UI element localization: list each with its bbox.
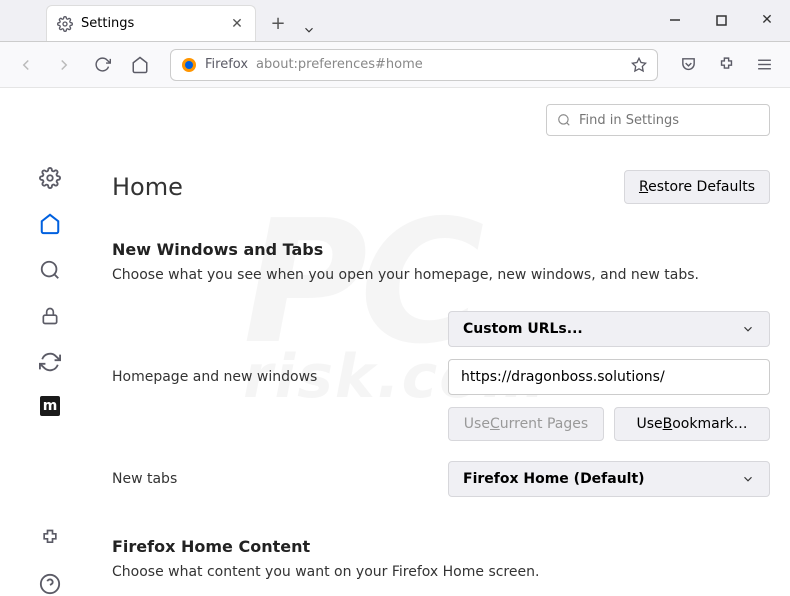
window-titlebar: Settings ✕ + ✕ [0,0,790,42]
browser-tab[interactable]: Settings ✕ [46,5,256,41]
settings-search-input[interactable] [579,113,759,128]
search-icon [557,113,571,127]
tab-title: Settings [81,16,221,31]
restore-defaults-button[interactable]: Restore Defaults [624,170,770,204]
identity-label: Firefox [205,57,248,72]
newtabs-value: Firefox Home (Default) [463,471,645,487]
chevron-down-icon [741,472,755,486]
sidebar-search-icon[interactable] [38,258,62,282]
navigation-toolbar: Firefox about:preferences#home [0,42,790,88]
tabs-dropdown-icon[interactable] [292,23,326,37]
url-text: about:preferences#home [256,57,423,72]
sidebar-home-icon[interactable] [38,212,62,236]
homepage-label: Homepage and new windows [112,369,432,385]
reload-button[interactable] [86,49,118,81]
use-bookmark-button[interactable]: Use Bookmark… [614,407,770,441]
sidebar-general-icon[interactable] [38,166,62,190]
homepage-mode-select[interactable]: Custom URLs... [448,311,770,347]
sidebar-sync-icon[interactable] [38,350,62,374]
section-desc-windows: Choose what you see when you open your h… [112,267,770,283]
page-title: Home [112,173,183,201]
sidebar-help-icon[interactable] [38,572,62,596]
settings-search[interactable] [546,104,770,136]
close-window-button[interactable]: ✕ [744,0,790,41]
maximize-button[interactable] [698,0,744,41]
newtabs-label: New tabs [112,471,432,487]
pocket-button[interactable] [672,49,704,81]
newtabs-select[interactable]: Firefox Home (Default) [448,461,770,497]
section-heading-content: Firefox Home Content [112,537,770,556]
extensions-button[interactable] [710,49,742,81]
minimize-button[interactable] [652,0,698,41]
bookmark-star-icon[interactable] [631,57,647,73]
home-button[interactable] [124,49,156,81]
new-tab-button[interactable]: + [264,9,292,37]
settings-main: Home Restore Defaults New Windows and Ta… [100,88,790,596]
firefox-icon [181,57,197,73]
back-button[interactable] [10,49,42,81]
section-desc-content: Choose what content you want on your Fir… [112,564,770,580]
sidebar-privacy-icon[interactable] [38,304,62,328]
section-heading-windows: New Windows and Tabs [112,240,770,259]
homepage-url-input[interactable] [448,359,770,395]
close-tab-icon[interactable]: ✕ [229,16,245,32]
forward-button[interactable] [48,49,80,81]
sidebar-extensions-icon[interactable] [38,526,62,550]
chevron-down-icon [741,322,755,336]
menu-button[interactable] [748,49,780,81]
gear-icon [57,16,73,32]
homepage-mode-value: Custom URLs... [463,321,583,337]
sidebar-more-icon[interactable]: m [40,396,60,416]
use-current-pages-button[interactable]: Use Current Pages [448,407,604,441]
settings-sidebar: m [0,88,100,596]
address-bar[interactable]: Firefox about:preferences#home [170,49,658,81]
